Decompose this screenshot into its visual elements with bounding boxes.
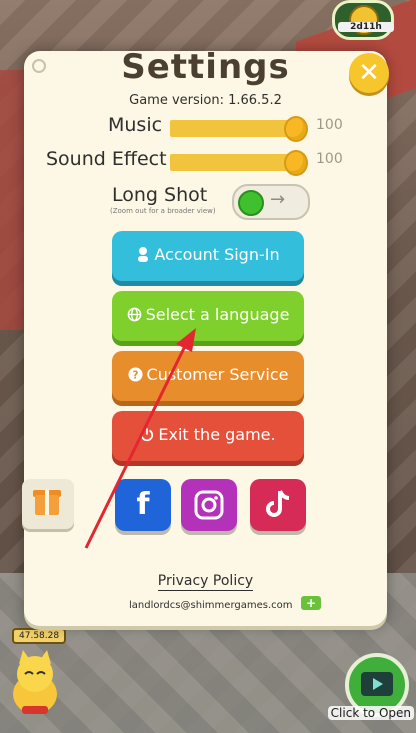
sound-effect-value: 100: [316, 151, 343, 167]
arrow-right-icon: →: [270, 189, 286, 210]
customer-service-button[interactable]: ? Customer Service: [112, 351, 304, 401]
settings-dialog: Settings ✕ Game version: 1.66.5.2 Music …: [22, 47, 389, 626]
event-timer: 2d11h: [338, 22, 394, 32]
music-slider-knob[interactable]: [284, 116, 308, 142]
facebook-button[interactable]: f: [115, 479, 171, 531]
sound-effect-slider-track[interactable]: [170, 154, 300, 171]
countdown-timer: 47.58.28: [12, 628, 67, 644]
gift-ribbon: [45, 490, 49, 515]
instagram-button[interactable]: [181, 479, 237, 531]
game-version: Game version: 1.66.5.2: [129, 93, 282, 108]
close-button[interactable]: ✕: [349, 53, 389, 93]
exit-game-button[interactable]: Exit the game.: [112, 411, 304, 461]
tiktok-icon: [266, 490, 290, 517]
instagram-icon: [194, 490, 224, 520]
power-icon: [140, 411, 154, 459]
customer-service-label: Customer Service: [146, 365, 289, 384]
lucky-cat-icon[interactable]: [8, 650, 62, 716]
account-sign-in-button[interactable]: Account Sign-In: [112, 231, 304, 281]
account-sign-in-label: Account Sign-In: [154, 245, 280, 264]
music-slider-track[interactable]: [170, 120, 300, 137]
long-shot-label: Long Shot: [112, 184, 208, 206]
long-shot-description: (Zoom out for a broader view): [110, 207, 216, 215]
tiktok-button[interactable]: [250, 479, 306, 531]
sound-effect-label: Sound Effect: [46, 148, 167, 170]
svg-text:?: ?: [132, 369, 138, 381]
select-language-button[interactable]: Select a language: [112, 291, 304, 341]
music-label: Music: [108, 114, 163, 136]
long-shot-toggle[interactable]: →: [232, 184, 310, 220]
dialog-title: Settings: [121, 47, 290, 87]
select-language-label: Select a language: [145, 305, 290, 324]
globe-icon: [127, 291, 142, 339]
music-row: Music 100: [24, 114, 387, 142]
facebook-icon: f: [136, 487, 150, 522]
event-badge[interactable]: [332, 0, 394, 40]
tv-label[interactable]: Click to Open: [327, 706, 414, 720]
support-email: landlordcs@shimmergames.com: [129, 600, 293, 611]
privacy-policy-label[interactable]: Privacy Policy: [157, 573, 254, 591]
copy-email-button[interactable]: +: [301, 596, 321, 610]
privacy-policy-link[interactable]: Privacy Policy: [24, 573, 387, 591]
music-value: 100: [316, 117, 343, 133]
exit-game-label: Exit the game.: [158, 425, 276, 444]
gift-button[interactable]: [22, 479, 74, 529]
toggle-knob: [238, 190, 264, 216]
sound-effect-row: Sound Effect 100: [24, 148, 387, 176]
sound-effect-slider-knob[interactable]: [284, 150, 308, 176]
person-icon: [136, 231, 150, 279]
question-icon: ?: [128, 351, 143, 399]
